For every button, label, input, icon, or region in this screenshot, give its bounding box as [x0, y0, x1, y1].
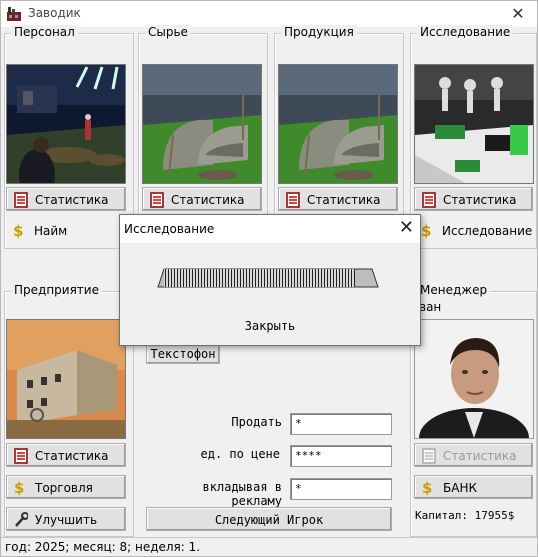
- ads-label: вкладывая в рекламу: [202, 480, 282, 508]
- products-photo: [278, 64, 398, 184]
- dollar-icon: $: [13, 222, 24, 240]
- improve-label: Улучшить: [35, 513, 98, 527]
- stats-document-icon: [286, 192, 300, 208]
- trade-label: Торговля: [35, 481, 93, 495]
- improve-button[interactable]: Улучшить: [6, 507, 126, 531]
- enterprise-stats-button[interactable]: Статистика: [6, 443, 126, 467]
- window-title: Заводик: [28, 6, 81, 20]
- stats-document-icon: [422, 192, 436, 208]
- stats-document-icon: [14, 192, 28, 208]
- sell-label: Продать: [231, 415, 282, 429]
- manager-group-label: Менеджер: [417, 283, 491, 297]
- personnel-stats-label: Статистика: [35, 193, 109, 207]
- status-bar: год: 2025; месяц: 8; неделя: 1.: [1, 537, 537, 556]
- main-window: Заводик ✕ Персонал Статистика $ Найм Сыр…: [0, 0, 538, 557]
- products-stats-button[interactable]: Статистика: [278, 187, 398, 211]
- research-group-label: Исследование: [417, 25, 514, 39]
- research-photo: [414, 64, 534, 184]
- dollar-icon: $: [14, 479, 25, 497]
- raw-stats-label: Статистика: [171, 193, 245, 207]
- stats-document-icon: [150, 192, 164, 208]
- wrench-icon: [15, 512, 28, 527]
- manager-stats-label: Статистика: [443, 449, 517, 463]
- ads-field[interactable]: *: [290, 478, 392, 500]
- enterprise-group-label: Предприятие: [11, 283, 102, 297]
- price-field[interactable]: ****: [290, 445, 392, 467]
- next-player-label: Следующий Игрок: [214, 513, 324, 527]
- enterprise-photo: [6, 319, 126, 439]
- raw-group-label: Сырье: [145, 25, 191, 39]
- app-icon: [7, 7, 21, 21]
- textophone-label: Текстофон: [150, 347, 216, 361]
- research-label: Исследование: [442, 224, 533, 238]
- products-group-label: Продукция: [281, 25, 357, 39]
- stats-document-icon: [14, 448, 28, 464]
- products-stats-label: Статистика: [307, 193, 381, 207]
- dialog-close-link[interactable]: Закрыть: [120, 319, 420, 333]
- stats-document-icon: [422, 448, 436, 464]
- capital-text: Капитал: 17955$: [415, 509, 515, 522]
- enterprise-stats-label: Статистика: [35, 449, 109, 463]
- price-label: ед. по цене: [200, 447, 280, 461]
- personnel-stats-button[interactable]: Статистика: [6, 187, 126, 211]
- manager-stats-button[interactable]: Статистика: [414, 443, 533, 467]
- sell-field[interactable]: *: [290, 413, 392, 435]
- trade-button[interactable]: $ Торговля: [6, 475, 126, 499]
- bank-label: БАНК: [443, 481, 477, 495]
- dialog-close-button[interactable]: ✕: [399, 218, 414, 238]
- research-button[interactable]: $ Исследование: [414, 219, 533, 243]
- personnel-group-label: Персонал: [11, 25, 78, 39]
- dialog-title-bar: Исследование ✕: [120, 215, 420, 243]
- raw-photo: [142, 64, 262, 184]
- dollar-icon: $: [422, 479, 433, 497]
- research-stats-button[interactable]: Статистика: [414, 187, 533, 211]
- raw-stats-button[interactable]: Статистика: [142, 187, 262, 211]
- hire-button[interactable]: $ Найм: [6, 219, 126, 243]
- research-stats-label: Статистика: [443, 193, 517, 207]
- manager-name: ван: [419, 300, 442, 314]
- research-dialog: Исследование ✕ Закрыть: [119, 214, 421, 346]
- hire-label: Найм: [34, 224, 68, 238]
- window-close-button[interactable]: ✕: [505, 3, 531, 25]
- title-bar: Заводик ✕: [1, 1, 537, 27]
- research-progress-bar: [157, 268, 379, 288]
- dollar-icon: $: [421, 222, 432, 240]
- bank-button[interactable]: $ БАНК: [414, 475, 533, 499]
- dialog-title: Исследование: [124, 222, 215, 236]
- next-player-button[interactable]: Следующий Игрок: [146, 507, 392, 531]
- manager-photo: [414, 319, 534, 439]
- personnel-photo: [6, 64, 126, 184]
